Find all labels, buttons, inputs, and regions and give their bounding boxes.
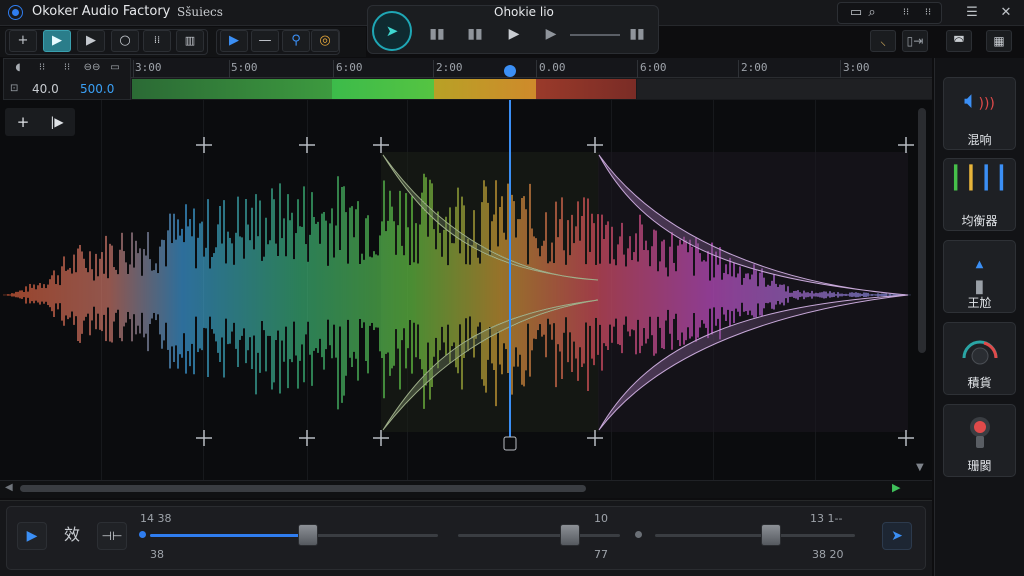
playhead-knob[interactable] <box>504 65 516 77</box>
slider-start-dot <box>139 531 146 538</box>
play-next-icon[interactable]: ▶ <box>543 26 559 42</box>
app-logo-icon <box>9 6 22 19</box>
line-icon[interactable]: — <box>251 30 279 52</box>
track-volume[interactable]: 40.0 <box>32 82 59 96</box>
transport-title: Ohokie lio <box>494 5 554 19</box>
ruler-tick: 3:00 <box>135 61 162 74</box>
waveform-icon[interactable]: ▮▮ <box>466 26 484 42</box>
fx-label: 珊閡 <box>967 459 992 473</box>
horizontal-scrollbar[interactable] <box>20 485 586 492</box>
fader-icon: ▲ ▮ <box>974 259 985 297</box>
scroll-down-icon[interactable]: ▼ <box>916 462 924 473</box>
transport-progress[interactable] <box>570 34 620 36</box>
navigate-icon[interactable]: ➤ <box>372 11 412 51</box>
play-outline-icon[interactable]: ▶ <box>77 30 105 52</box>
app-title: Okoker Audio Factory <box>32 4 171 19</box>
speaker-icon: 🔈︎))) <box>964 86 995 114</box>
snap-icon[interactable]: ⁞⁞ <box>143 30 171 52</box>
play-icon[interactable]: ▶ <box>506 26 522 42</box>
slider-label: 77 <box>594 548 608 561</box>
vertical-scrollbar[interactable] <box>918 108 926 353</box>
overview-segment <box>536 79 636 99</box>
layout-icon[interactable]: ▦ <box>986 30 1012 52</box>
slider-fill <box>150 534 308 537</box>
ruler-tick: 6:00 <box>640 61 667 74</box>
split-icon[interactable]: ⊣⊢ <box>97 522 127 550</box>
record-icon <box>943 414 1016 454</box>
add-icon[interactable]: + <box>9 30 37 52</box>
services-menu[interactable]: Sšuiecs <box>177 5 223 19</box>
scroll-left-icon[interactable]: ◀ <box>5 482 13 493</box>
slider-track[interactable] <box>655 534 855 537</box>
ruler-tick: 2:00 <box>741 61 768 74</box>
slider-dot <box>635 531 642 538</box>
link-icon[interactable]: ⚲ <box>282 30 310 52</box>
menu-icon[interactable]: ☰ <box>962 4 982 22</box>
playhead-handle[interactable] <box>503 436 517 451</box>
split-icon[interactable]: ▥ <box>176 30 204 52</box>
ruler-tick: 0.00 <box>539 61 566 74</box>
dashboard-icon[interactable]: ◚ <box>946 30 972 52</box>
slider-knob[interactable] <box>761 524 781 546</box>
slider-label: 14 38 <box>140 512 172 525</box>
fx-label: 均衡器 <box>961 214 998 228</box>
waveform-icon[interactable]: ▮▮ <box>628 26 646 42</box>
grid-dots-icon[interactable]: ⁝⁝ <box>918 4 938 22</box>
effect-button[interactable]: 效 <box>57 522 87 550</box>
overview-segment <box>132 79 332 99</box>
slider-label: 13 1-- <box>810 512 843 525</box>
settings-icon[interactable]: ▭ <box>106 62 124 76</box>
fx-label: 混响 <box>967 133 992 147</box>
close-icon[interactable]: ✕ <box>996 4 1016 22</box>
play-icon[interactable]: ▶ <box>17 522 47 550</box>
slider-track[interactable] <box>458 534 620 537</box>
fx-label: 積貨 <box>967 376 992 390</box>
slider-label: 38 20 <box>812 548 844 561</box>
ruler-tick: 3:00 <box>843 61 870 74</box>
slider-knob[interactable] <box>559 524 580 546</box>
add-icon[interactable]: + <box>12 111 34 133</box>
loop-icon[interactable]: ○ <box>111 30 139 52</box>
play-icon[interactable]: ▶ <box>43 30 71 52</box>
ruler-tick: 6:00 <box>336 61 363 74</box>
pointer-tool-icon[interactable]: ➤ <box>882 522 912 550</box>
waveform-display[interactable] <box>0 100 932 480</box>
overview-segment <box>637 79 932 99</box>
clip-icon[interactable]: ⊡ <box>10 83 18 94</box>
record-target-icon[interactable]: ◎ <box>311 30 339 52</box>
scroll-right-icon[interactable]: ▶ <box>892 481 900 494</box>
ruler-tick: 5:00 <box>231 61 258 74</box>
fx-label: 王尬 <box>967 296 992 310</box>
ruler-tick: 2:00 <box>436 61 463 74</box>
arm-icon[interactable]: ⁝⁝ <box>58 62 76 76</box>
export-icon[interactable]: ▯⇥ <box>902 30 928 52</box>
search-icon[interactable]: ⌕ <box>862 4 882 22</box>
slider-knob[interactable] <box>297 524 318 546</box>
slider-label: 38 <box>150 548 164 561</box>
waveform-bars <box>3 173 911 410</box>
knob-icon <box>943 328 1016 370</box>
cursor-tool-icon[interactable]: ⸜ <box>870 30 896 52</box>
marker-play-icon[interactable]: |▶ <box>46 111 68 133</box>
waveform-icon[interactable]: ▮▮ <box>428 26 446 42</box>
overview-segment <box>332 79 434 99</box>
solo-icon[interactable]: ⁝⁝ <box>33 62 51 76</box>
play-blue-icon[interactable]: ▶ <box>220 30 248 52</box>
mute-icon[interactable]: ◖ <box>10 62 26 76</box>
fx-icon[interactable]: ⊖⊖ <box>83 62 101 76</box>
overview-segment <box>434 79 536 99</box>
track-pan[interactable]: 500.0 <box>80 82 114 96</box>
slider-label: 10 <box>594 512 608 525</box>
grid-dots-icon[interactable]: ⁝⁝ <box>896 4 916 22</box>
equalizer-icon: ┃┃┃┃ <box>949 166 1010 191</box>
